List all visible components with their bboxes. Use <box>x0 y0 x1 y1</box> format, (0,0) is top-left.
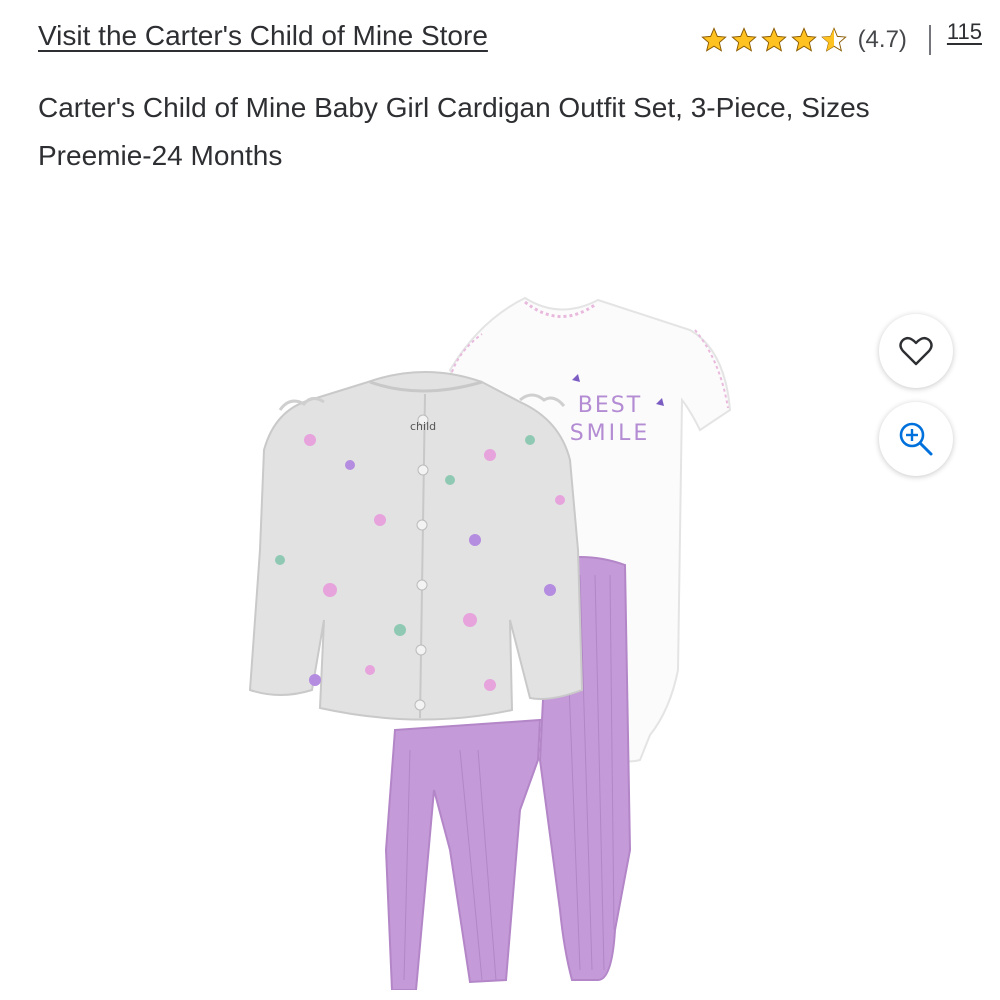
bodysuit-print-line1: BEST <box>578 393 642 418</box>
rating-value: (4.7) <box>857 26 907 53</box>
cardigan: child <box>248 371 584 721</box>
review-count-link[interactable]: 115 <box>947 19 982 45</box>
star-full-icon <box>790 27 817 52</box>
cardigan-label: child <box>410 420 436 433</box>
product-image[interactable]: BEST SMILE child <box>220 290 780 991</box>
rating-stars <box>700 26 848 54</box>
heart-icon <box>899 336 933 366</box>
bodysuit-print-line2: SMILE <box>570 421 651 446</box>
product-rating[interactable]: (4.7) 115 <box>700 19 982 58</box>
product-photo: BEST SMILE child <box>248 296 732 991</box>
favorite-button[interactable] <box>879 314 953 388</box>
divider <box>928 25 931 55</box>
zoom-in-icon <box>899 422 933 456</box>
star-full-icon <box>700 27 727 52</box>
zoom-button[interactable] <box>879 402 953 476</box>
star-full-icon <box>760 27 787 52</box>
star-full-icon <box>730 27 757 52</box>
product-title: Carter's Child of Mine Baby Girl Cardiga… <box>38 92 870 171</box>
star-half-icon <box>820 27 847 52</box>
visit-store-link[interactable]: Visit the Carter's Child of Mine Store <box>38 20 488 52</box>
